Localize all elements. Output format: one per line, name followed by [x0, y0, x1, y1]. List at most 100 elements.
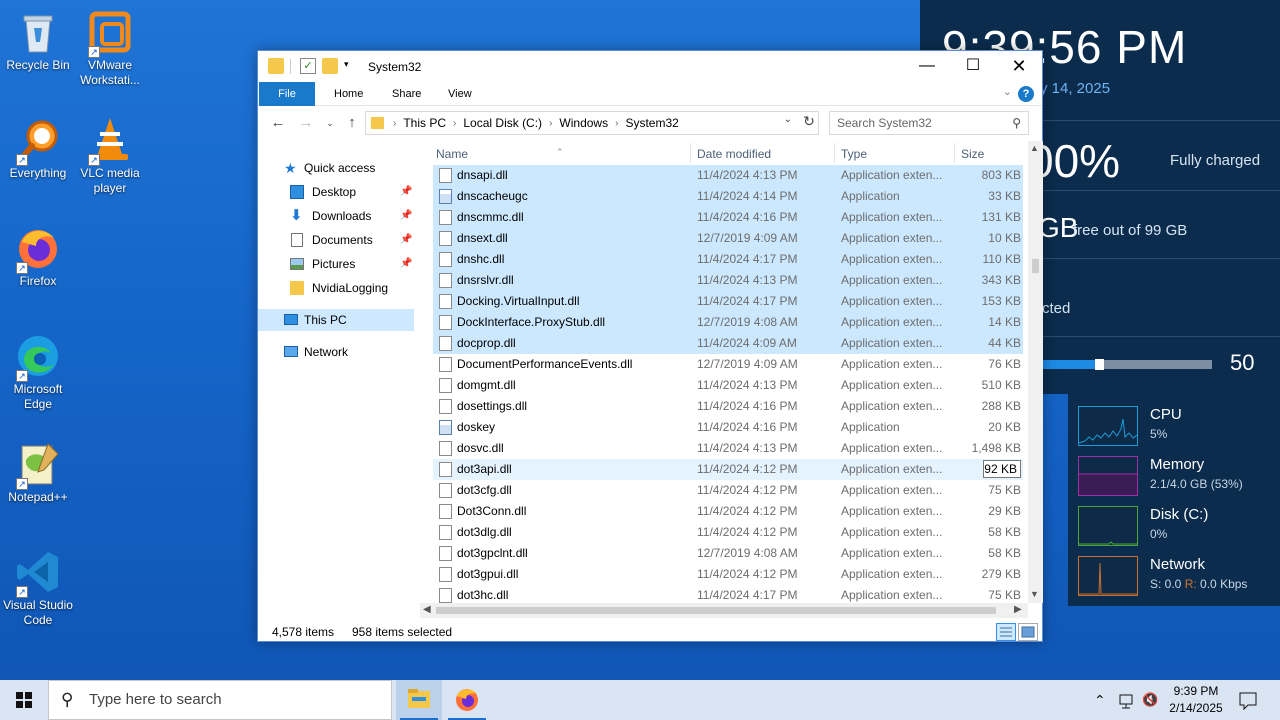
- column-resize-handle[interactable]: [954, 143, 955, 163]
- column-header-size[interactable]: Size: [961, 147, 984, 161]
- file-row[interactable]: dnscmmc.dll 11/4/2024 4:16 PM Application …: [433, 207, 1023, 228]
- desktop-icon-vscode[interactable]: ↗ Visual Studio Code: [0, 548, 76, 628]
- desktop-icon-edge[interactable]: ↗ Microsoft Edge: [0, 332, 76, 412]
- nav-item-pictures[interactable]: Pictures 📌: [258, 253, 414, 275]
- taskbar-firefox[interactable]: [444, 680, 490, 720]
- details-view-icon[interactable]: [996, 623, 1016, 641]
- search-input[interactable]: Search System32 ⚲: [829, 111, 1029, 135]
- nav-item-documents[interactable]: Documents 📌: [258, 229, 414, 251]
- file-row[interactable]: dot3dlg.dll 11/4/2024 4:12 PM Application …: [433, 522, 1023, 543]
- large-icons-view-icon[interactable]: [1018, 623, 1038, 641]
- desktop-icon-recycle-bin[interactable]: Recycle Bin: [0, 8, 76, 73]
- desktop-icon-firefox[interactable]: ↗ Firefox: [0, 224, 76, 289]
- scrollbar-thumb[interactable]: [436, 607, 996, 614]
- close-icon[interactable]: ✕: [996, 51, 1042, 81]
- file-row[interactable]: dosvc.dll 11/4/2024 4:13 PM Application ex…: [433, 438, 1023, 459]
- file-row[interactable]: DockInterface.ProxyStub.dll 12/7/2019 4:0…: [433, 312, 1023, 333]
- file-row[interactable]: dnshc.dll 11/4/2024 4:17 PM Application ex…: [433, 249, 1023, 270]
- column-resize-handle[interactable]: [690, 143, 691, 163]
- horizontal-scrollbar[interactable]: ◀ ▶: [420, 603, 1028, 618]
- start-button[interactable]: [0, 680, 48, 720]
- minimize-icon[interactable]: —: [904, 51, 950, 81]
- file-row[interactable]: domgmt.dll 11/4/2024 4:13 PM Application e…: [433, 375, 1023, 396]
- column-header-type[interactable]: Type: [841, 147, 867, 161]
- pin-icon[interactable]: 📌: [400, 229, 412, 251]
- file-row[interactable]: Docking.VirtualInput.dll 11/4/2024 4:17 P…: [433, 291, 1023, 312]
- file-row[interactable]: dnsext.dll 12/7/2019 4:09 AM Application e…: [433, 228, 1023, 249]
- breadcrumb-separator-icon[interactable]: ›: [546, 118, 555, 129]
- refresh-icon[interactable]: ↻: [799, 113, 819, 133]
- breadcrumb-separator-icon[interactable]: ›: [612, 118, 621, 129]
- breadcrumb-separator-icon[interactable]: ›: [390, 118, 399, 129]
- scrollbar-thumb[interactable]: [1032, 259, 1039, 273]
- file-row[interactable]: dot3api.dll 11/4/2024 4:12 PM Application …: [433, 459, 1023, 480]
- desktop-icon-everything[interactable]: ↗ Everything: [0, 116, 76, 181]
- tab-view[interactable]: View: [434, 82, 486, 106]
- breadcrumb-this-pc[interactable]: This PC: [399, 116, 450, 130]
- desktop-icon-vmware[interactable]: ↗ VMware Workstati...: [72, 8, 148, 88]
- file-row[interactable]: dot3hc.dll 11/4/2024 4:17 PM Application e…: [433, 585, 1023, 605]
- file-size: 288 KB: [981, 399, 1021, 413]
- new-folder-icon[interactable]: [322, 58, 338, 74]
- title-bar[interactable]: ✓ ▾ System32 — ☐ ✕: [258, 51, 1042, 82]
- taskbar-file-explorer[interactable]: [396, 680, 442, 720]
- notifications-icon[interactable]: [1238, 680, 1258, 720]
- battery-status: Fully charged: [1170, 152, 1261, 169]
- tab-file[interactable]: File: [259, 82, 315, 106]
- file-row[interactable]: Dot3Conn.dll 11/4/2024 4:12 PM Application…: [433, 501, 1023, 522]
- volume-slider[interactable]: [1042, 359, 1212, 370]
- file-row[interactable]: dnsapi.dll 11/4/2024 4:13 PM Application e…: [433, 165, 1023, 186]
- show-hidden-icons-chevron-icon[interactable]: ⌃: [1094, 680, 1106, 720]
- nav-item-nvidialogging[interactable]: NvidiaLogging: [258, 277, 414, 299]
- forward-arrow-icon[interactable]: →: [296, 113, 316, 133]
- nav-item-downloads[interactable]: ⬇ Downloads 📌: [258, 205, 414, 227]
- help-icon[interactable]: ?: [1018, 86, 1034, 102]
- breadcrumb-windows[interactable]: Windows: [555, 116, 612, 130]
- taskbar-clock[interactable]: 9:39 PM 2/14/2025: [1148, 683, 1244, 717]
- pin-icon[interactable]: 📌: [400, 205, 412, 227]
- vertical-scrollbar[interactable]: ▲ ▼: [1028, 141, 1043, 603]
- column-header-name[interactable]: Name: [436, 147, 468, 161]
- file-row[interactable]: dnscacheugc 11/4/2024 4:14 PM Application 3…: [433, 186, 1023, 207]
- network-tray-icon[interactable]: [1118, 680, 1136, 720]
- column-header-date[interactable]: Date modified: [697, 147, 771, 161]
- file-row[interactable]: doskey 11/4/2024 4:16 PM Application 20 KB: [433, 417, 1023, 438]
- volume-slider-handle[interactable]: [1095, 359, 1104, 370]
- quick-access-dropdown-icon[interactable]: ▾: [344, 59, 349, 70]
- edge-icon: ↗: [14, 332, 62, 382]
- nav-item-network[interactable]: Network: [258, 341, 414, 363]
- address-dropdown-icon[interactable]: ⌄: [784, 114, 792, 125]
- up-arrow-icon[interactable]: ↑: [342, 113, 362, 133]
- column-resize-handle[interactable]: [834, 143, 835, 163]
- nav-item-quick-access[interactable]: ★ Quick access: [258, 157, 414, 179]
- scroll-down-icon[interactable]: ▼: [1030, 589, 1039, 599]
- tab-share[interactable]: Share: [378, 82, 435, 106]
- desktop-icon-notepadpp[interactable]: ↗ Notepad++: [0, 440, 76, 505]
- scroll-up-icon[interactable]: ▲: [1030, 143, 1039, 153]
- pin-icon[interactable]: 📌: [400, 181, 412, 203]
- address-bar[interactable]: › This PC › Local Disk (C:) › Windows › …: [365, 111, 819, 135]
- breadcrumb-separator-icon[interactable]: ›: [450, 118, 459, 129]
- file-row[interactable]: dot3gpclnt.dll 12/7/2019 4:08 AM Applicati…: [433, 543, 1023, 564]
- scroll-right-icon[interactable]: ▶: [1014, 604, 1022, 615]
- file-row[interactable]: dnsrslvr.dll 11/4/2024 4:13 PM Application…: [433, 270, 1023, 291]
- nav-item-this-pc[interactable]: This PC: [258, 309, 414, 331]
- breadcrumb-local-disk[interactable]: Local Disk (C:): [459, 116, 546, 130]
- tab-home[interactable]: Home: [320, 82, 377, 106]
- recent-locations-chevron-icon[interactable]: ⌄: [320, 113, 340, 133]
- maximize-icon[interactable]: ☐: [950, 51, 996, 81]
- file-row[interactable]: docprop.dll 11/4/2024 4:09 AM Application …: [433, 333, 1023, 354]
- scroll-left-icon[interactable]: ◀: [423, 604, 431, 615]
- desktop-icon-vlc[interactable]: ↗ VLC media player: [72, 116, 148, 196]
- file-row[interactable]: dot3gpui.dll 11/4/2024 4:12 PM Application…: [433, 564, 1023, 585]
- file-row[interactable]: dot3cfg.dll 11/4/2024 4:12 PM Application …: [433, 480, 1023, 501]
- breadcrumb-system32[interactable]: System32: [621, 116, 682, 130]
- nav-item-desktop[interactable]: Desktop 📌: [258, 181, 414, 203]
- file-row[interactable]: dosettings.dll 11/4/2024 4:16 PM Applicati…: [433, 396, 1023, 417]
- pin-icon[interactable]: 📌: [400, 253, 412, 275]
- back-arrow-icon[interactable]: ←: [268, 113, 288, 133]
- expand-ribbon-chevron-icon[interactable]: ⌄: [1003, 85, 1012, 98]
- taskbar-search-input[interactable]: ⚲ Type here to search: [48, 680, 392, 720]
- properties-check-icon[interactable]: ✓: [300, 58, 316, 74]
- file-row[interactable]: DocumentPerformanceEvents.dll 12/7/2019 4…: [433, 354, 1023, 375]
